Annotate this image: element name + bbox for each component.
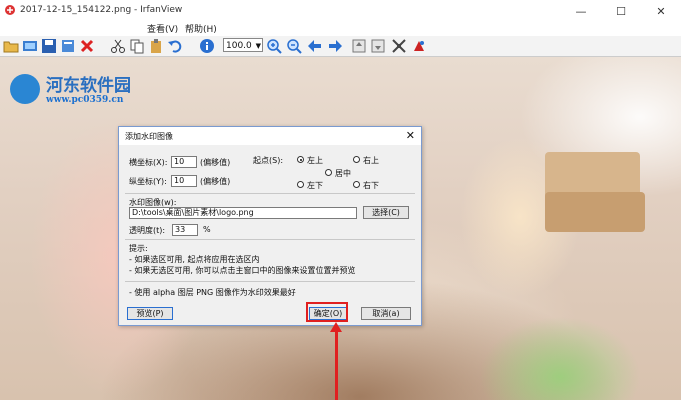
title-bar: 2017-12-15_154122.png - IrfanView — ☐ ✕ [0,0,681,22]
settings-tools-icon[interactable] [391,38,407,54]
annotation-arrow-line [335,326,338,400]
watermark-site-name: 河东软件园 [46,76,131,96]
slideshow-icon[interactable] [22,38,38,54]
watermark-url: www.pc0359.cn [46,95,124,105]
radio-bottom-right-label: 右下 [363,181,379,190]
paste-icon[interactable] [148,38,164,54]
browse-button[interactable]: 选择(C) [363,206,409,219]
annotation-highlight-box [306,302,348,322]
toolbar: 100.0 ▼ [0,36,681,57]
open-folder-icon[interactable] [3,38,19,54]
previous-arrow-icon[interactable] [307,38,323,54]
copy-icon[interactable] [129,38,145,54]
radio-top-right-label: 右上 [363,156,379,165]
menu-view[interactable]: 查看(V) [147,22,178,35]
close-button[interactable]: ✕ [641,0,681,22]
cut-icon[interactable] [110,38,126,54]
background-basket-lower [545,192,645,232]
irfanview-app-icon [5,5,15,15]
menu-help[interactable]: 帮助(H) [185,22,217,35]
separator [125,281,415,282]
radio-bottom-right[interactable] [353,181,360,188]
radio-bottom-left[interactable] [297,181,304,188]
separator [125,193,415,194]
dialog-close-icon[interactable]: ✕ [406,129,415,142]
window-title: 2017-12-15_154122.png - IrfanView [20,5,183,15]
tip-no-selection: - 如果无选区可用, 你可以点击主窗口中的图像来设置位置并预览 [129,266,356,275]
maximize-button[interactable]: ☐ [601,0,641,22]
opacity-unit: % [203,225,211,234]
radio-top-left[interactable] [297,156,304,163]
save-icon[interactable] [41,38,57,54]
page-up-icon[interactable] [351,38,367,54]
watermark-logo-icon [10,74,40,104]
tips-title: 提示: [129,244,148,253]
x-offset-hint: (偏移值) [200,158,231,167]
radio-top-right[interactable] [353,156,360,163]
opacity-input[interactable]: 33 [172,224,198,236]
y-coordinate-label: 纵坐标(Y): [129,177,167,186]
undo-icon[interactable] [167,38,183,54]
page-down-icon[interactable] [370,38,386,54]
radio-top-left-label: 左上 [307,156,323,165]
zoom-out-icon[interactable] [286,38,302,54]
opacity-label: 透明度(t): [129,226,166,235]
delete-icon[interactable] [79,38,95,54]
x-coordinate-label: 横坐标(X): [129,158,168,167]
radio-bottom-left-label: 左下 [307,181,323,190]
separator [125,239,415,240]
zoom-in-icon[interactable] [266,38,282,54]
tip-selection: - 如果选区可用, 起点将应用在选区内 [129,255,260,264]
irfanview-logo-icon[interactable] [411,38,427,54]
tip-png-alpha: - 使用 alpha 图层 PNG 图像作为水印效果最好 [129,288,296,297]
minimize-button[interactable]: — [561,0,601,22]
zoom-select[interactable]: 100.0 ▼ [223,38,263,52]
menu-bar: 查看(V) 帮助(H) [0,22,681,36]
dialog-title: 添加水印图像 [125,132,173,141]
start-point-label: 起点(S): [253,156,284,165]
cancel-button[interactable]: 取消(a) [361,307,411,320]
info-icon[interactable] [199,38,215,54]
dialog-title-bar: 添加水印图像 ✕ [119,127,421,145]
add-watermark-dialog: 添加水印图像 ✕ 横坐标(X): 10 (偏移值) 纵坐标(Y): 10 (偏移… [118,126,422,326]
y-coordinate-input[interactable]: 10 [171,175,197,187]
radio-center[interactable] [325,169,332,176]
chevron-down-icon: ▼ [255,42,261,50]
info-file-icon[interactable] [60,38,76,54]
x-coordinate-input[interactable]: 10 [171,156,197,168]
y-offset-hint: (偏移值) [200,177,231,186]
next-arrow-icon[interactable] [327,38,343,54]
preview-button[interactable]: 预览(P) [127,307,173,320]
radio-center-label: 居中 [335,169,351,178]
watermark-image-path-input[interactable]: D:\tools\桌面\图片素材\logo.png [129,207,357,219]
zoom-value: 100.0 [226,41,252,51]
